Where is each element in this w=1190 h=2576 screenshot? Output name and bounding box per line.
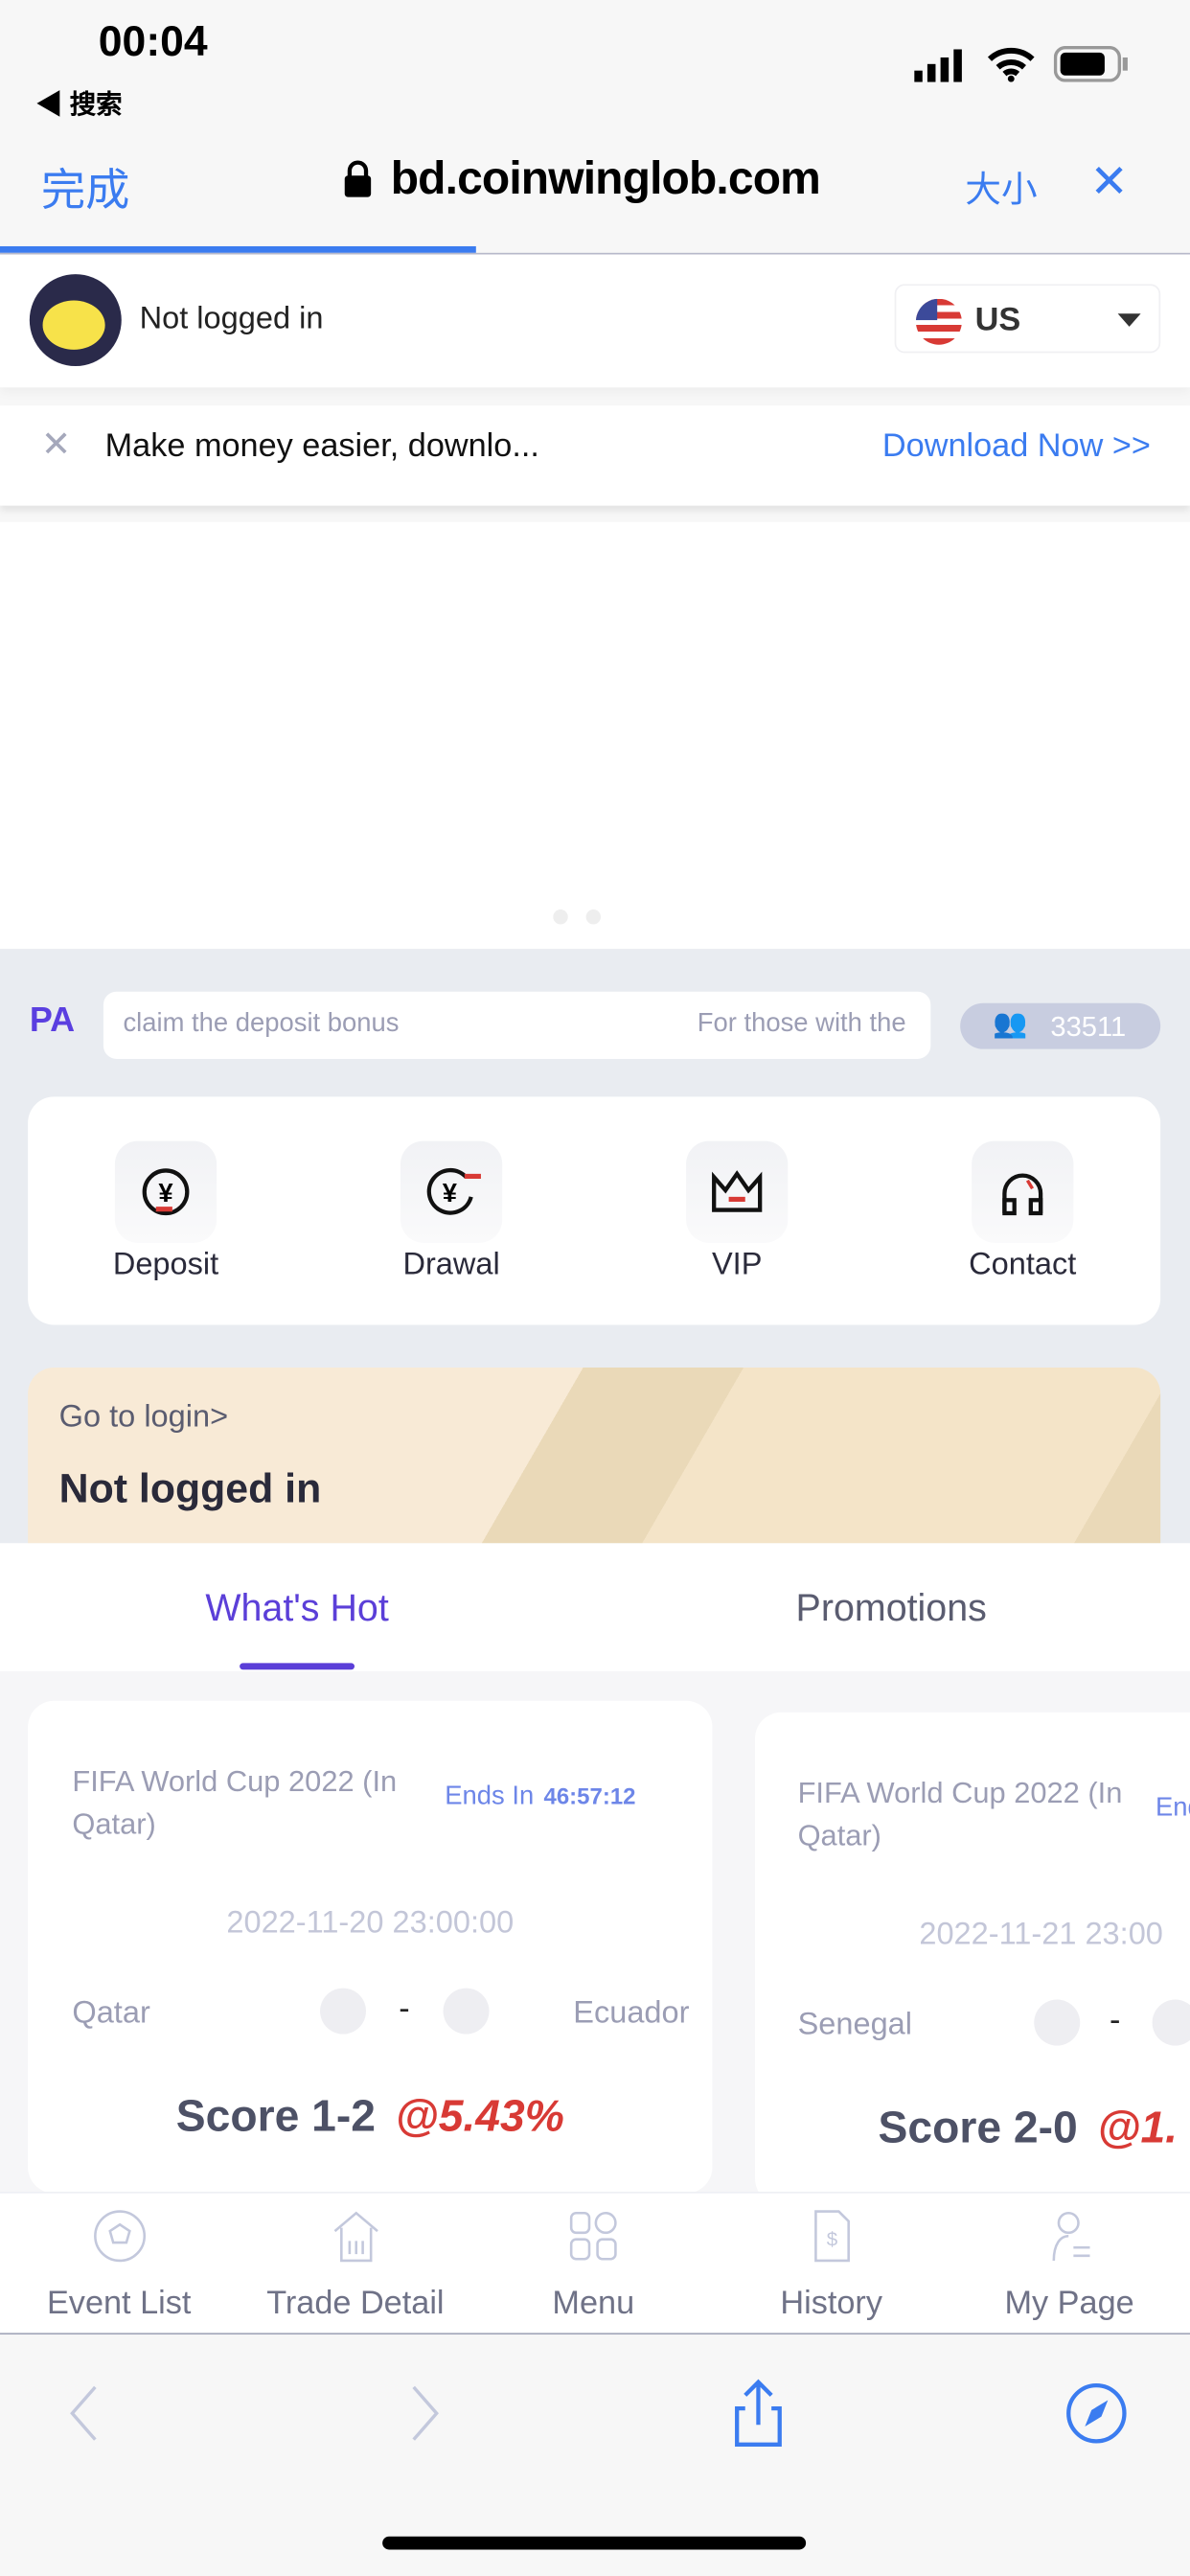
close-button[interactable]: ✕	[1089, 154, 1128, 209]
deposit-icon[interactable]: ¥	[114, 1140, 217, 1243]
headset-icon[interactable]	[972, 1140, 1074, 1243]
login-card[interactable]	[28, 1368, 1161, 1544]
download-now-link[interactable]: Download Now >>	[882, 428, 1151, 466]
nav-label: History	[780, 2285, 882, 2322]
tab-whats-hot[interactable]: What's Hot	[133, 1586, 462, 1630]
nav-label: My Page	[1004, 2285, 1134, 2322]
score-line: Score 2-0 @1.	[878, 2103, 1179, 2152]
home-team-logo	[320, 1988, 367, 2035]
url-field[interactable]: bd.coinwinglob.com	[391, 152, 821, 205]
login-status-title: Not logged in	[58, 1465, 322, 1512]
home-team: Qatar	[72, 1996, 150, 2032]
vip-button[interactable]: VIP	[622, 1248, 852, 1284]
deposit-button[interactable]: Deposit	[51, 1248, 281, 1284]
back-to-search[interactable]: ◀ 搜索	[36, 82, 123, 122]
carousel[interactable]	[0, 521, 1190, 950]
contact-button[interactable]: Contact	[907, 1248, 1137, 1284]
notice-marquee[interactable]: claim the deposit bonus For those with t…	[103, 991, 931, 1059]
nav-history[interactable]: $ History	[712, 2208, 950, 2323]
nav-label: Event List	[46, 2285, 192, 2322]
nav-my-page[interactable]: My Page	[950, 2208, 1188, 2323]
tab-active-indicator	[240, 1663, 355, 1670]
match-card[interactable]: FIFA World Cup 2022 (In Qatar) Ends In 46…	[28, 1700, 713, 2194]
nav-menu[interactable]: Menu	[474, 2208, 712, 2323]
nav-trade-detail[interactable]: Trade Detail	[237, 2208, 474, 2323]
soccer-ball-icon	[93, 2210, 146, 2263]
online-count: 33511	[1050, 1011, 1127, 1043]
home-indicator[interactable]	[382, 2536, 807, 2550]
match-datetime: 2022-11-20 23:00:00	[226, 1905, 515, 1941]
online-count-badge: 👥 33511	[960, 1002, 1161, 1049]
vs-dash: -	[1110, 2002, 1121, 2039]
lock-icon	[344, 160, 372, 197]
withdraw-icon[interactable]: ¥	[400, 1140, 503, 1243]
home-team: Senegal	[797, 2008, 913, 2043]
forward-arrow-icon[interactable]	[403, 2383, 446, 2443]
marquee-text: For those with the	[697, 1009, 906, 1038]
chart-house-icon	[332, 2211, 378, 2263]
marquee-text: claim the deposit bonus	[123, 1009, 400, 1038]
svg-text:$: $	[826, 2229, 837, 2251]
away-team-logo	[443, 1988, 490, 2035]
users-icon: 👥	[993, 1007, 1028, 1040]
nav-label: Trade Detail	[266, 2285, 445, 2322]
carousel-dot[interactable]	[553, 909, 568, 925]
avatar[interactable]	[29, 274, 122, 367]
us-flag-icon	[915, 298, 962, 345]
score-line: Score 1-2 @5.43%	[175, 2091, 564, 2141]
go-to-login-link[interactable]: Go to login>	[59, 1400, 228, 1437]
nav-event-list[interactable]: Event List	[0, 2208, 238, 2323]
vs-dash: -	[399, 1990, 410, 2028]
status-time: 00:04	[98, 16, 208, 66]
home-team-logo	[1034, 1999, 1081, 2046]
crown-icon[interactable]	[686, 1140, 789, 1243]
nav-label: Menu	[552, 2285, 635, 2322]
bill-icon: $	[813, 2210, 850, 2263]
compass-icon[interactable]	[1064, 2380, 1130, 2447]
wifi-icon	[987, 47, 1035, 82]
user-status[interactable]: Not logged in	[140, 302, 324, 338]
away-team-logo	[1152, 1999, 1190, 2046]
tab-promotions[interactable]: Promotions	[727, 1586, 1056, 1630]
countdown: Ends In 46:57:12	[445, 1782, 636, 1811]
signal-icon	[914, 49, 962, 82]
share-icon[interactable]	[729, 2376, 789, 2448]
user-icon	[1051, 2211, 1089, 2261]
notice-label: PA	[29, 1000, 76, 1040]
svg-text:¥: ¥	[443, 1178, 458, 1208]
close-banner-icon[interactable]: ✕	[41, 424, 72, 467]
region-label: US	[974, 302, 1021, 338]
countdown: End	[1156, 1794, 1190, 1823]
match-datetime: 2022-11-21 23:00	[919, 1917, 1163, 1952]
done-button[interactable]: 完成	[41, 154, 130, 218]
match-title: FIFA World Cup 2022 (In Qatar)	[72, 1764, 398, 1841]
grid-icon	[569, 2211, 616, 2261]
text-size-button[interactable]: 大小	[965, 161, 1037, 214]
match-card[interactable]: FIFA World Cup 2022 (In Qatar) End 2022-…	[755, 1712, 1190, 2205]
carousel-dot[interactable]	[585, 909, 601, 925]
drawal-button[interactable]: Drawal	[336, 1248, 566, 1284]
battery-icon	[1053, 45, 1128, 82]
match-title: FIFA World Cup 2022 (In Qatar)	[797, 1776, 1123, 1852]
banner-text: Make money easier, downlo...	[104, 428, 539, 465]
page-load-progress	[0, 245, 476, 253]
svg-text:¥: ¥	[158, 1178, 173, 1208]
chevron-down-icon	[1117, 313, 1141, 327]
back-arrow-icon[interactable]	[62, 2383, 105, 2443]
region-select[interactable]: US	[894, 284, 1161, 354]
away-team: Ecuador	[573, 1996, 690, 2032]
